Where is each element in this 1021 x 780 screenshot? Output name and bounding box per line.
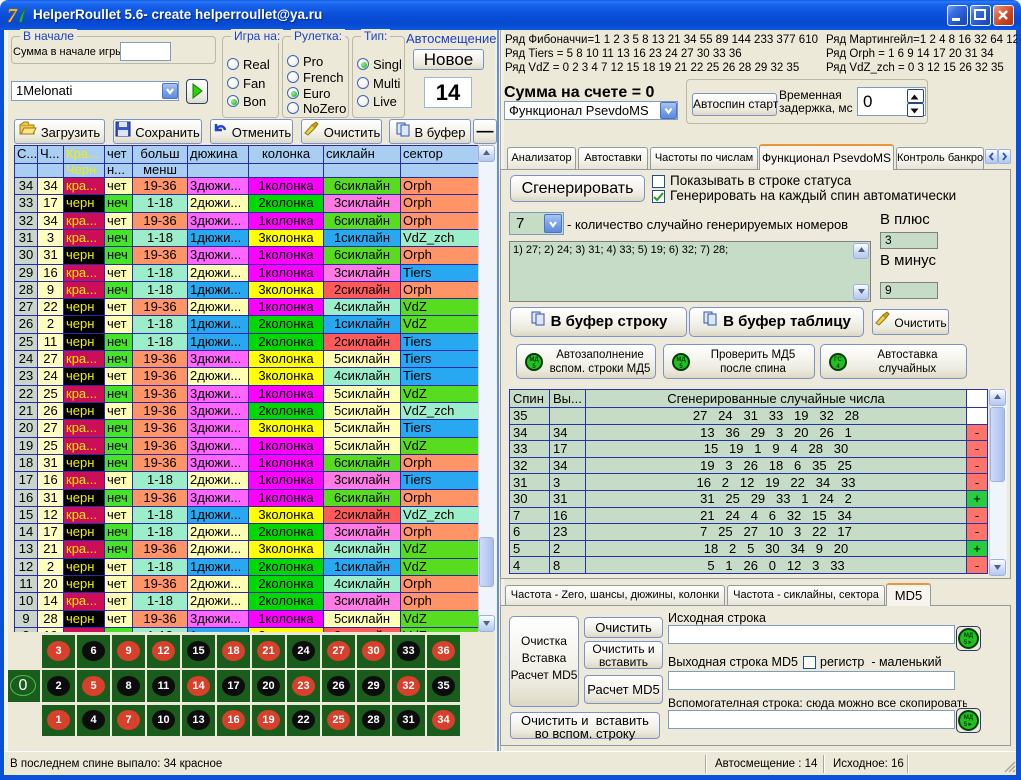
- svg-text:7: 7: [7, 5, 18, 26]
